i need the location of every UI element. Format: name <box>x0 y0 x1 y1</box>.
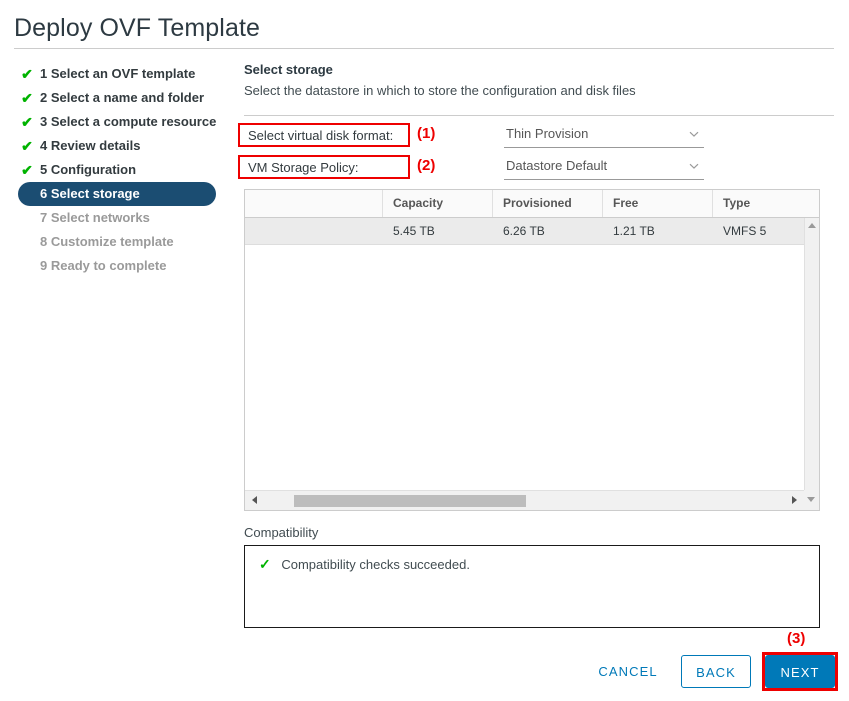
table-empty-area <box>245 245 819 490</box>
table-header-row: Capacity Provisioned Free Type <box>245 190 819 218</box>
pane-header: Select storage Select the datastore in w… <box>244 62 834 98</box>
sidebar-item-label: 6 Select storage <box>40 186 140 201</box>
checkmark-icon: ✔ <box>21 66 33 82</box>
column-header-free[interactable]: Free <box>603 190 713 217</box>
sidebar-item-customize-template[interactable]: 8 Customize template <box>18 230 230 254</box>
success-check-icon: ✓ <box>259 556 271 572</box>
cell-free: 1.21 TB <box>613 224 655 238</box>
sidebar-item-select-storage[interactable]: 6 Select storage <box>18 182 216 206</box>
title-divider <box>14 48 834 49</box>
sidebar-item-label: 2 Select a name and folder <box>40 90 205 105</box>
table-horizontal-scrollbar[interactable] <box>245 490 819 510</box>
cancel-button[interactable]: CANCEL <box>590 655 666 688</box>
compatibility-panel: ✓ Compatibility checks succeeded. <box>244 545 820 628</box>
sidebar-item-label: 3 Select a compute resource <box>40 114 217 129</box>
pane-subtitle: Select the datastore in which to store t… <box>244 83 636 98</box>
annotation-box-2 <box>238 155 410 179</box>
wizard-step-list: ✔ 1 Select an OVF template ✔ 2 Select a … <box>18 62 230 278</box>
annotation-number-1: (1) <box>417 125 436 142</box>
column-header-name[interactable] <box>245 190 383 217</box>
column-header-type[interactable]: Type <box>713 190 819 217</box>
compatibility-label: Compatibility <box>244 525 319 540</box>
sidebar-item-label: 4 Review details <box>40 138 141 153</box>
disk-format-select[interactable]: Thin Provision <box>504 124 704 148</box>
scroll-up-arrow-icon[interactable] <box>808 223 816 228</box>
sidebar-item-select-networks[interactable]: 7 Select networks <box>18 206 230 230</box>
sidebar-item-label: 5 Configuration <box>40 162 137 177</box>
checkmark-icon: ✔ <box>21 90 33 106</box>
sidebar-item-label: 7 Select networks <box>40 210 150 225</box>
table-vertical-scrollbar[interactable] <box>804 218 819 510</box>
compatibility-message-row: ✓ Compatibility checks succeeded. <box>259 556 470 573</box>
sidebar-item-label: 9 Ready to complete <box>40 258 167 273</box>
sidebar-item-ready-to-complete[interactable]: 9 Ready to complete <box>18 254 230 278</box>
sidebar-item-review-details[interactable]: ✔ 4 Review details <box>18 134 230 158</box>
scrollbar-corner <box>804 490 819 510</box>
chevron-down-icon <box>688 128 700 140</box>
scroll-down-arrow-icon[interactable] <box>807 497 815 502</box>
storage-policy-value: Datastore Default <box>506 158 608 173</box>
annotation-box-1 <box>238 123 410 147</box>
checkmark-icon: ✔ <box>21 138 33 154</box>
column-header-provisioned[interactable]: Provisioned <box>493 190 603 217</box>
sidebar-item-select-name-and-folder[interactable]: ✔ 2 Select a name and folder <box>18 86 230 110</box>
sidebar-item-label: 8 Customize template <box>40 234 174 249</box>
table-row[interactable]: 5.45 TB 6.26 TB 1.21 TB VMFS 5 <box>245 218 819 245</box>
scroll-left-arrow-icon[interactable] <box>252 496 257 504</box>
next-button[interactable]: NEXT <box>765 655 835 688</box>
sidebar-item-configuration[interactable]: ✔ 5 Configuration <box>18 158 230 182</box>
sidebar-item-select-ovf-template[interactable]: ✔ 1 Select an OVF template <box>18 62 230 86</box>
checkmark-icon: ✔ <box>21 162 33 178</box>
sidebar-item-select-compute-resource[interactable]: ✔ 3 Select a compute resource <box>18 110 230 134</box>
page-title: Deploy OVF Template <box>14 14 260 42</box>
cell-provisioned: 6.26 TB <box>503 224 545 238</box>
disk-format-value: Thin Provision <box>506 126 589 141</box>
annotation-number-2: (2) <box>417 157 436 174</box>
column-header-capacity[interactable]: Capacity <box>383 190 493 217</box>
horizontal-scroll-thumb[interactable] <box>294 495 526 507</box>
datastore-table[interactable]: Capacity Provisioned Free Type 5.45 TB 6… <box>244 189 820 511</box>
annotation-number-3: (3) <box>787 630 806 647</box>
checkmark-icon: ✔ <box>21 114 33 130</box>
back-button[interactable]: BACK <box>681 655 751 688</box>
scroll-right-arrow-icon[interactable] <box>792 496 797 504</box>
compatibility-message: Compatibility checks succeeded. <box>281 557 470 572</box>
pane-divider <box>244 115 834 116</box>
pane-title: Select storage <box>244 62 333 77</box>
cell-capacity: 5.45 TB <box>393 224 435 238</box>
sidebar-item-label: 1 Select an OVF template <box>40 66 196 81</box>
cell-name <box>245 218 383 244</box>
storage-policy-select[interactable]: Datastore Default <box>504 156 704 180</box>
chevron-down-icon <box>688 160 700 172</box>
